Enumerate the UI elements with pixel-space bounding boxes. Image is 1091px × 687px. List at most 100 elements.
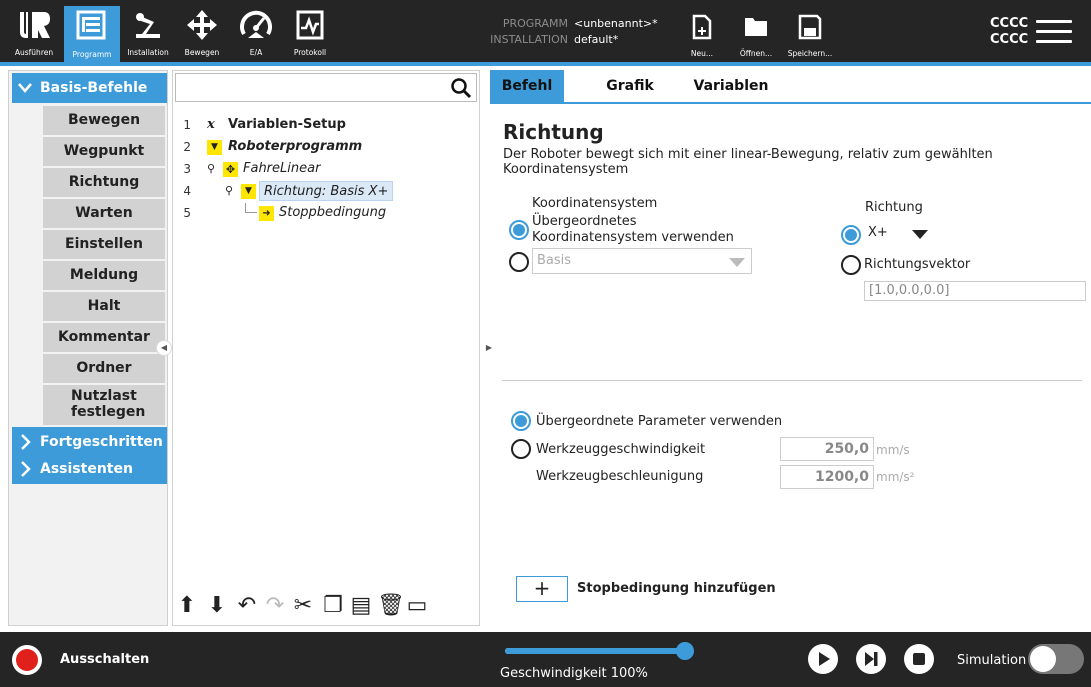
installation-name: default* bbox=[574, 33, 619, 46]
page-description: Der Roboter bewegt sich mit einer linear… bbox=[503, 147, 993, 177]
sidebar-item-comment[interactable]: Kommentar bbox=[43, 323, 165, 352]
collapse-sidebar-icon[interactable]: ◀ bbox=[156, 340, 172, 356]
direction-axis-radio[interactable] bbox=[841, 225, 861, 245]
cut-button[interactable]: ✂ bbox=[291, 593, 315, 619]
ur-logo-icon bbox=[20, 12, 50, 38]
tree-row-1[interactable]: 1 x Variablen-Setup bbox=[173, 115, 473, 135]
step-icon bbox=[865, 652, 878, 666]
sidebar-item-set[interactable]: Einstellen bbox=[43, 230, 165, 259]
sidebar-item-halt[interactable]: Halt bbox=[43, 292, 165, 321]
simulation-toggle[interactable] bbox=[1028, 644, 1084, 674]
tool-speed-unit: mm/s bbox=[876, 443, 910, 457]
direction-axis-dropdown[interactable]: X+ bbox=[864, 221, 934, 247]
undo-icon: ↶ bbox=[237, 593, 257, 618]
program-tree-panel: 1 x Variablen-Setup 2 ▼ Roboterprogramm … bbox=[172, 70, 480, 626]
coord-system-dropdown[interactable]: Basis bbox=[532, 248, 752, 274]
hamburger-menu-icon[interactable] bbox=[1036, 20, 1072, 46]
play-button[interactable] bbox=[808, 644, 838, 674]
tree-row-4[interactable]: 4 ⚲ ▼ Richtung: Basis X+ bbox=[173, 181, 473, 201]
program-info: PROGRAMM <unbenannt>* INSTALLATION default… bbox=[478, 16, 658, 48]
nav-move[interactable]: Bewegen bbox=[174, 6, 230, 60]
pin-icon: ⚲ bbox=[225, 184, 234, 197]
direction-vector-label: Richtungsvektor bbox=[864, 257, 971, 272]
sidebar-advanced-header-label: Fortgeschritten bbox=[40, 434, 163, 450]
new-file-icon bbox=[692, 14, 712, 40]
chevron-right-icon bbox=[18, 454, 32, 495]
nav-program[interactable]: Programm bbox=[64, 6, 120, 62]
tool-accel-input[interactable]: 1200,0 bbox=[780, 465, 874, 489]
direction-command-panel: Richtung Der Roboter bewegt sich mit ein… bbox=[490, 104, 1091, 626]
scissors-icon: ✂ bbox=[293, 593, 313, 618]
command-tabs: Befehl Grafik Variablen bbox=[490, 70, 1091, 104]
log-chart-icon bbox=[296, 10, 324, 40]
tree-row-3[interactable]: 3 ⚲ ✥ FahreLinear bbox=[173, 159, 473, 179]
nav-run[interactable]: Ausführen bbox=[6, 6, 62, 60]
paste-button[interactable]: ▤ bbox=[349, 593, 373, 619]
tab-variables[interactable]: Variablen bbox=[686, 70, 776, 103]
program-node-icon: ▼ bbox=[207, 140, 222, 155]
add-stop-condition-label: Stopbedingung hinzufügen bbox=[577, 581, 776, 596]
save-file-label: Speichern... bbox=[787, 49, 833, 58]
move-up-button[interactable]: ⬆ bbox=[175, 593, 199, 619]
tool-speed-radio[interactable] bbox=[511, 439, 531, 459]
arrow-down-icon: ⬇ bbox=[207, 593, 227, 618]
bottom-bar: Ausschalten Geschwindigkeit 100% Simulat… bbox=[0, 632, 1091, 687]
tree-row-number: 4 bbox=[183, 184, 191, 198]
sidebar-item-direction[interactable]: Richtung bbox=[43, 168, 165, 197]
tab-command[interactable]: Befehl bbox=[490, 70, 564, 103]
nav-installation[interactable]: Installation bbox=[120, 6, 176, 60]
tool-speed-input[interactable]: 250,0 bbox=[780, 437, 874, 461]
redo-button[interactable]: ↷ bbox=[263, 593, 287, 619]
move-down-button[interactable]: ⬇ bbox=[205, 593, 229, 619]
sidebar-wizards-header[interactable]: Assistenten bbox=[12, 454, 167, 484]
open-file-button[interactable]: Öffnen... bbox=[730, 14, 782, 58]
sidebar-item-move[interactable]: Bewegen bbox=[43, 106, 165, 135]
open-file-label: Öffnen... bbox=[739, 49, 773, 58]
coord-parent-radio[interactable] bbox=[509, 220, 529, 240]
user-line-2: CCCC bbox=[990, 32, 1029, 47]
tab-graphics[interactable]: Grafik bbox=[590, 70, 670, 103]
sidebar-basic-header[interactable]: Basis-Befehle bbox=[12, 73, 167, 103]
speed-slider-handle[interactable] bbox=[676, 642, 694, 660]
nav-move-label: Bewegen bbox=[184, 48, 220, 57]
sidebar-item-waypoint[interactable]: Wegpunkt bbox=[43, 137, 165, 166]
tree-connector bbox=[245, 203, 257, 213]
delete-button[interactable]: 🗑 bbox=[377, 593, 405, 619]
step-button[interactable] bbox=[856, 644, 886, 674]
new-file-button[interactable]: Neu... bbox=[676, 14, 728, 58]
param-parent-radio[interactable] bbox=[511, 411, 531, 431]
nav-io[interactable]: E/A bbox=[228, 6, 284, 60]
copy-icon: ❐ bbox=[323, 593, 343, 618]
stop-button[interactable] bbox=[904, 644, 934, 674]
undo-button[interactable]: ↶ bbox=[235, 593, 259, 619]
coord-parent-label-2: Koordinatensystem verwenden bbox=[532, 230, 734, 245]
suppress-button[interactable]: ▭ bbox=[405, 593, 429, 619]
tree-row-5[interactable]: 5 ➜ Stoppbedingung bbox=[173, 203, 473, 223]
nav-program-label: Programm bbox=[72, 50, 112, 59]
save-file-button[interactable]: Speichern... bbox=[784, 14, 836, 58]
coord-parent-label-1: Übergeordnetes bbox=[532, 214, 637, 229]
direction-vector-input[interactable]: [1.0,0.0,0.0] bbox=[864, 281, 1086, 301]
io-gauge-icon bbox=[240, 10, 272, 38]
sidebar-advanced-header[interactable]: Fortgeschritten bbox=[12, 427, 167, 457]
installation-key: INSTALLATION bbox=[490, 33, 568, 46]
top-bar: Ausführen Programm Installation Bewegen bbox=[0, 0, 1091, 62]
sidebar-item-wait[interactable]: Warten bbox=[43, 199, 165, 228]
power-off-button[interactable] bbox=[12, 645, 42, 675]
tree-row-2[interactable]: 2 ▼ Roboterprogramm bbox=[173, 137, 473, 157]
play-icon bbox=[819, 652, 830, 666]
pin-icon: ⚲ bbox=[207, 162, 216, 175]
search-icon[interactable] bbox=[450, 77, 472, 99]
tree-search-input[interactable] bbox=[175, 73, 477, 102]
tree-row-number: 1 bbox=[183, 118, 191, 132]
sidebar-item-folder[interactable]: Ordner bbox=[43, 354, 165, 383]
add-stop-condition-button[interactable]: + bbox=[516, 576, 568, 602]
sidebar-item-set-payload[interactable]: Nutzlast festlegen bbox=[43, 385, 165, 425]
simulation-label: Simulation bbox=[957, 653, 1027, 668]
speed-slider-fill bbox=[505, 648, 685, 654]
nav-log[interactable]: Protokoll bbox=[282, 6, 338, 60]
direction-vector-radio[interactable] bbox=[841, 255, 861, 275]
coord-custom-radio[interactable] bbox=[509, 252, 529, 272]
copy-button[interactable]: ❐ bbox=[321, 593, 345, 619]
sidebar-item-popup[interactable]: Meldung bbox=[43, 261, 165, 290]
